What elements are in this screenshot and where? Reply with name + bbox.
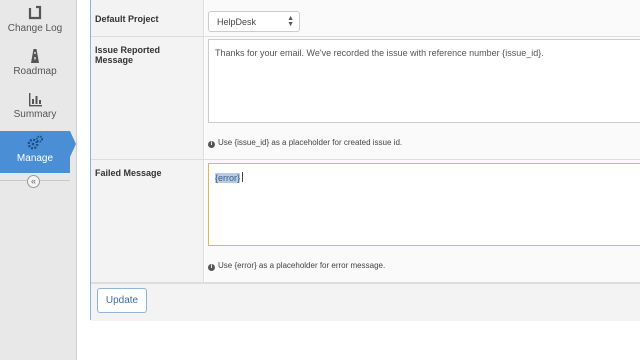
info-icon: i [208,141,215,148]
update-button[interactable]: Update [97,288,147,313]
roadmap-icon [31,49,39,63]
sidebar-item-manage[interactable]: Manage [0,131,70,173]
issue-reported-textarea[interactable]: Thanks for your email. We've recorded th… [208,39,640,123]
summary-icon [29,93,42,107]
default-project-value: HelpDesk [217,17,257,27]
issue-reported-text: Thanks for your email. We've recorded th… [215,48,544,58]
change-log-icon [28,5,42,20]
failed-message-label: Failed Message [91,160,204,282]
issue-reported-hint: i Use {issue_id} as a placeholder for cre… [208,138,402,148]
sidebar: Change Log Roadmap Summary Manage « [0,0,77,360]
sidebar-item-roadmap[interactable]: Roadmap [0,45,70,87]
failed-message-textarea[interactable]: {error} [208,163,640,246]
issue-reported-label: Issue Reported Message [91,37,204,159]
active-pointer [70,131,76,157]
issue-reported-row: Issue Reported Message Thanks for your e… [91,37,640,160]
text-cursor [242,172,244,182]
sidebar-item-label: Summary [13,109,57,120]
failed-message-hint: i Use {error} as a placeholder for error … [208,261,385,271]
failed-message-text: {error} [215,173,241,183]
info-icon: i [208,264,215,271]
sidebar-item-label: Manage [16,153,54,164]
failed-message-hint-text: Use {error} as a placeholder for error m… [218,261,386,270]
sidebar-item-summary[interactable]: Summary [0,88,70,130]
manage-icon [27,135,43,150]
collapse-sidebar-icon[interactable]: « [27,175,40,188]
default-project-label: Default Project [91,0,204,36]
default-project-row: Default Project HelpDesk ▲ ▼ [91,0,640,37]
sidebar-item-label: Change Log [7,23,63,34]
sidebar-item-change-log[interactable]: Change Log [0,2,70,44]
default-project-select[interactable]: HelpDesk ▲ ▼ [208,11,300,32]
email-settings-form: Default Project HelpDesk ▲ ▼ Issue Report… [90,0,640,321]
select-caret-icon: ▲ ▼ [287,15,294,28]
issue-reported-hint-text: Use {issue_id} as a placeholder for crea… [218,138,403,147]
form-footer: Update [91,283,640,321]
failed-message-row: Failed Message {error} i Use {error} as a… [91,160,640,283]
sidebar-item-label: Roadmap [13,66,57,77]
